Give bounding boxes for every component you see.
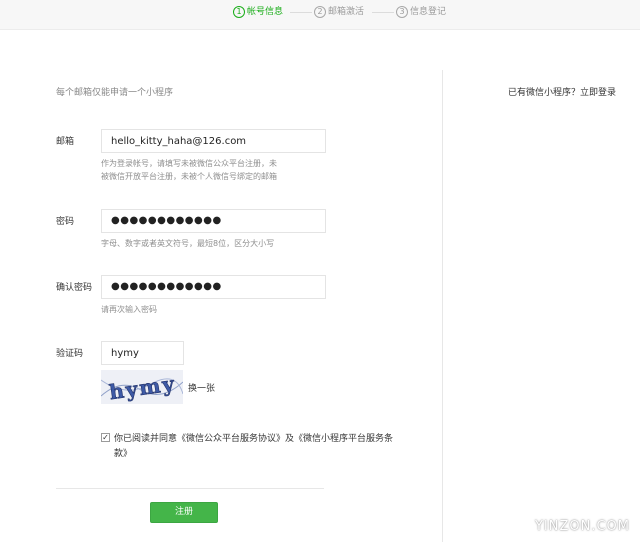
step-email-activation: 2 邮箱激活 [314, 5, 364, 19]
vertical-divider [442, 70, 443, 542]
form-tip: 每个邮箱仅能申请一个小程序 [56, 88, 174, 98]
email-help-line-1: 作为登录帐号，请填写未被微信公众平台注册，未 [101, 159, 277, 168]
agreement-middle: 及 [285, 434, 295, 444]
service-agreement-link[interactable]: 《微信公众平台服务协议》 [177, 434, 285, 444]
step-label-account-info: 帐号信息 [247, 7, 284, 17]
captcha-image[interactable]: hymy [101, 370, 183, 404]
captcha-text: hymy [108, 371, 178, 404]
password-help: 字母、数字或者英文符号，最短8位，区分大小写 [101, 239, 275, 248]
step-number-3: 3 [396, 6, 408, 18]
captcha-graphic: hymy [101, 371, 183, 404]
email-help-line-2: 被微信开放平台注册，未被个人微信号绑定的邮箱 [101, 172, 277, 181]
agreement-checkbox[interactable]: ✓ [101, 433, 110, 442]
captcha-label: 验证码 [56, 349, 84, 359]
existing-account-hint: 已有微信小程序？立即登录 [508, 85, 616, 98]
password-field[interactable]: ●●●●●●●●●●●● [101, 209, 326, 233]
login-link[interactable]: 立即登录 [580, 88, 616, 98]
confirm-password-field[interactable]: ●●●●●●●●●●●● [101, 275, 326, 299]
step-info-registration: 3 信息登记 [396, 5, 446, 19]
password-label: 密码 [56, 217, 75, 227]
step-progress-bar: 1 帐号信息 2 邮箱激活 3 信息登记 [0, 0, 640, 30]
existing-account-text: 已有微信小程序？ [507, 88, 580, 98]
step-label-email-activation: 邮箱激活 [328, 7, 365, 17]
captcha-input[interactable] [101, 341, 184, 365]
confirm-password-help: 请再次输入密码 [101, 305, 157, 314]
form-divider [56, 488, 324, 489]
step-label-info-registration: 信息登记 [410, 7, 447, 17]
captcha-refresh-link[interactable]: 换一张 [188, 381, 215, 394]
step-connector [372, 12, 394, 13]
site-watermark: YINZON.COM [534, 519, 630, 534]
email-label: 邮箱 [56, 137, 75, 147]
agreement-text: 你已阅读并同意《微信公众平台服务协议》及《微信小程序平台服务条款》 [114, 432, 404, 462]
step-account-info: 1 帐号信息 [233, 5, 283, 19]
email-field[interactable] [101, 129, 326, 153]
step-number-2: 2 [314, 6, 326, 18]
confirm-password-label: 确认密码 [56, 283, 93, 293]
step-number-1: 1 [233, 6, 245, 18]
email-help: 作为登录帐号，请填写未被微信公众平台注册，未 被微信开放平台注册，未被个人微信号… [101, 157, 277, 183]
agreement-prefix: 你已阅读并同意 [114, 434, 178, 444]
step-connector [290, 12, 312, 13]
register-button[interactable]: 注册 [150, 502, 218, 523]
